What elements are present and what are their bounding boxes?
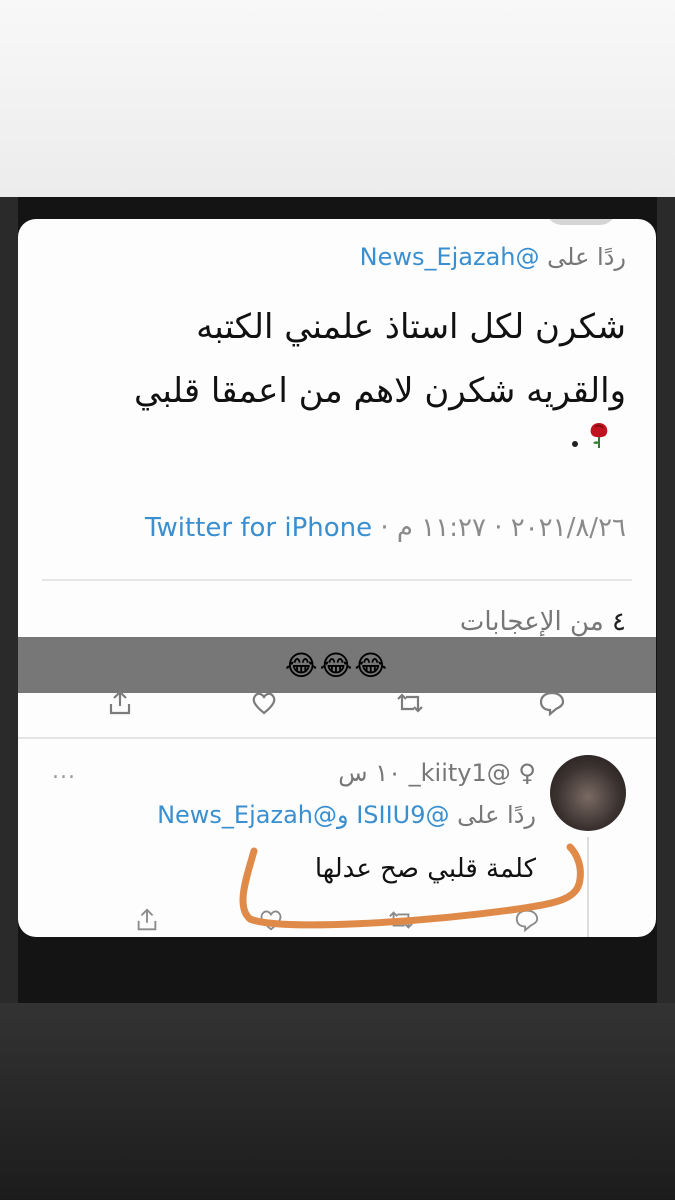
tweet-text-line: والقريه شكرن لاهم من اعمقا قلبي bbox=[133, 371, 626, 411]
retweet-icon[interactable] bbox=[388, 907, 414, 933]
gender-symbol: ♀ bbox=[518, 759, 536, 787]
reply-to-line: ردًا على @ISIIU9 و@News_Ejazah bbox=[18, 801, 536, 829]
tweet-action-bar bbox=[18, 689, 656, 723]
rose-icon bbox=[590, 423, 608, 448]
reply-bubble-icon[interactable] bbox=[538, 689, 566, 717]
more-options-icon[interactable]: ... bbox=[52, 759, 76, 784]
share-icon[interactable] bbox=[134, 907, 160, 933]
tweet-client-link[interactable]: Twitter for iPhone bbox=[145, 513, 372, 543]
frame-edge-right bbox=[657, 197, 675, 1003]
story-top-background bbox=[0, 0, 675, 197]
likes-count: ٤ bbox=[612, 607, 626, 637]
laughing-emojis: 😂😂😂 bbox=[284, 648, 390, 682]
tweet-meta: ٢٠٢١/٨/٢٦ · ١١:٢٧ م · Twitter for iPhone bbox=[26, 513, 626, 543]
reply-header: ♀ @kiity1_ ١٠ س bbox=[76, 759, 536, 787]
meta-separator: · bbox=[494, 513, 503, 543]
tweet-card: ردًا على @News_Ejazah شكرن لكل استاذ علم… bbox=[18, 219, 656, 937]
tweet-time: ١١:٢٧ م bbox=[396, 513, 486, 543]
tweet-text: شكرن لكل استاذ علمني الكتبه والقريه شكرن… bbox=[36, 295, 626, 423]
avatar[interactable] bbox=[550, 755, 626, 831]
divider bbox=[18, 737, 656, 739]
like-heart-icon[interactable] bbox=[250, 689, 278, 717]
trailing-dot bbox=[572, 441, 578, 447]
reply-time: ١٠ س bbox=[338, 759, 402, 787]
reply-text: كلمة قلبي صح عدلها bbox=[314, 854, 536, 884]
divider bbox=[42, 579, 632, 581]
reply-to-line: ردًا على @News_Ejazah bbox=[66, 243, 626, 271]
reply-handles-link[interactable]: @ISIIU9 و@News_Ejazah bbox=[157, 801, 449, 829]
reply-prefix: ردًا على bbox=[457, 801, 536, 829]
likes-stat[interactable]: ٤ من الإعجابات bbox=[226, 607, 626, 637]
tweet-date: ٢٠٢١/٨/٢٦ bbox=[510, 513, 626, 543]
story-emoji-overlay: 😂😂😂 bbox=[18, 637, 656, 693]
reply-handle-link[interactable]: @News_Ejazah bbox=[360, 243, 540, 271]
tweet-text-line: شكرن لكل استاذ علمني الكتبه bbox=[196, 307, 626, 347]
story-bottom-background bbox=[0, 1003, 675, 1200]
reply-prefix: ردًا على bbox=[547, 243, 626, 271]
cropped-avatar bbox=[546, 219, 616, 225]
reply-username[interactable]: @kiity1_ bbox=[409, 759, 511, 787]
share-icon[interactable] bbox=[106, 689, 134, 717]
frame-edge-left bbox=[0, 197, 18, 1003]
meta-separator: · bbox=[380, 513, 389, 543]
retweet-icon[interactable] bbox=[396, 689, 424, 717]
like-heart-icon[interactable] bbox=[258, 907, 284, 933]
likes-label: من الإعجابات bbox=[459, 607, 604, 637]
reply-action-bar bbox=[18, 907, 656, 937]
reply-bubble-icon[interactable] bbox=[514, 907, 540, 933]
